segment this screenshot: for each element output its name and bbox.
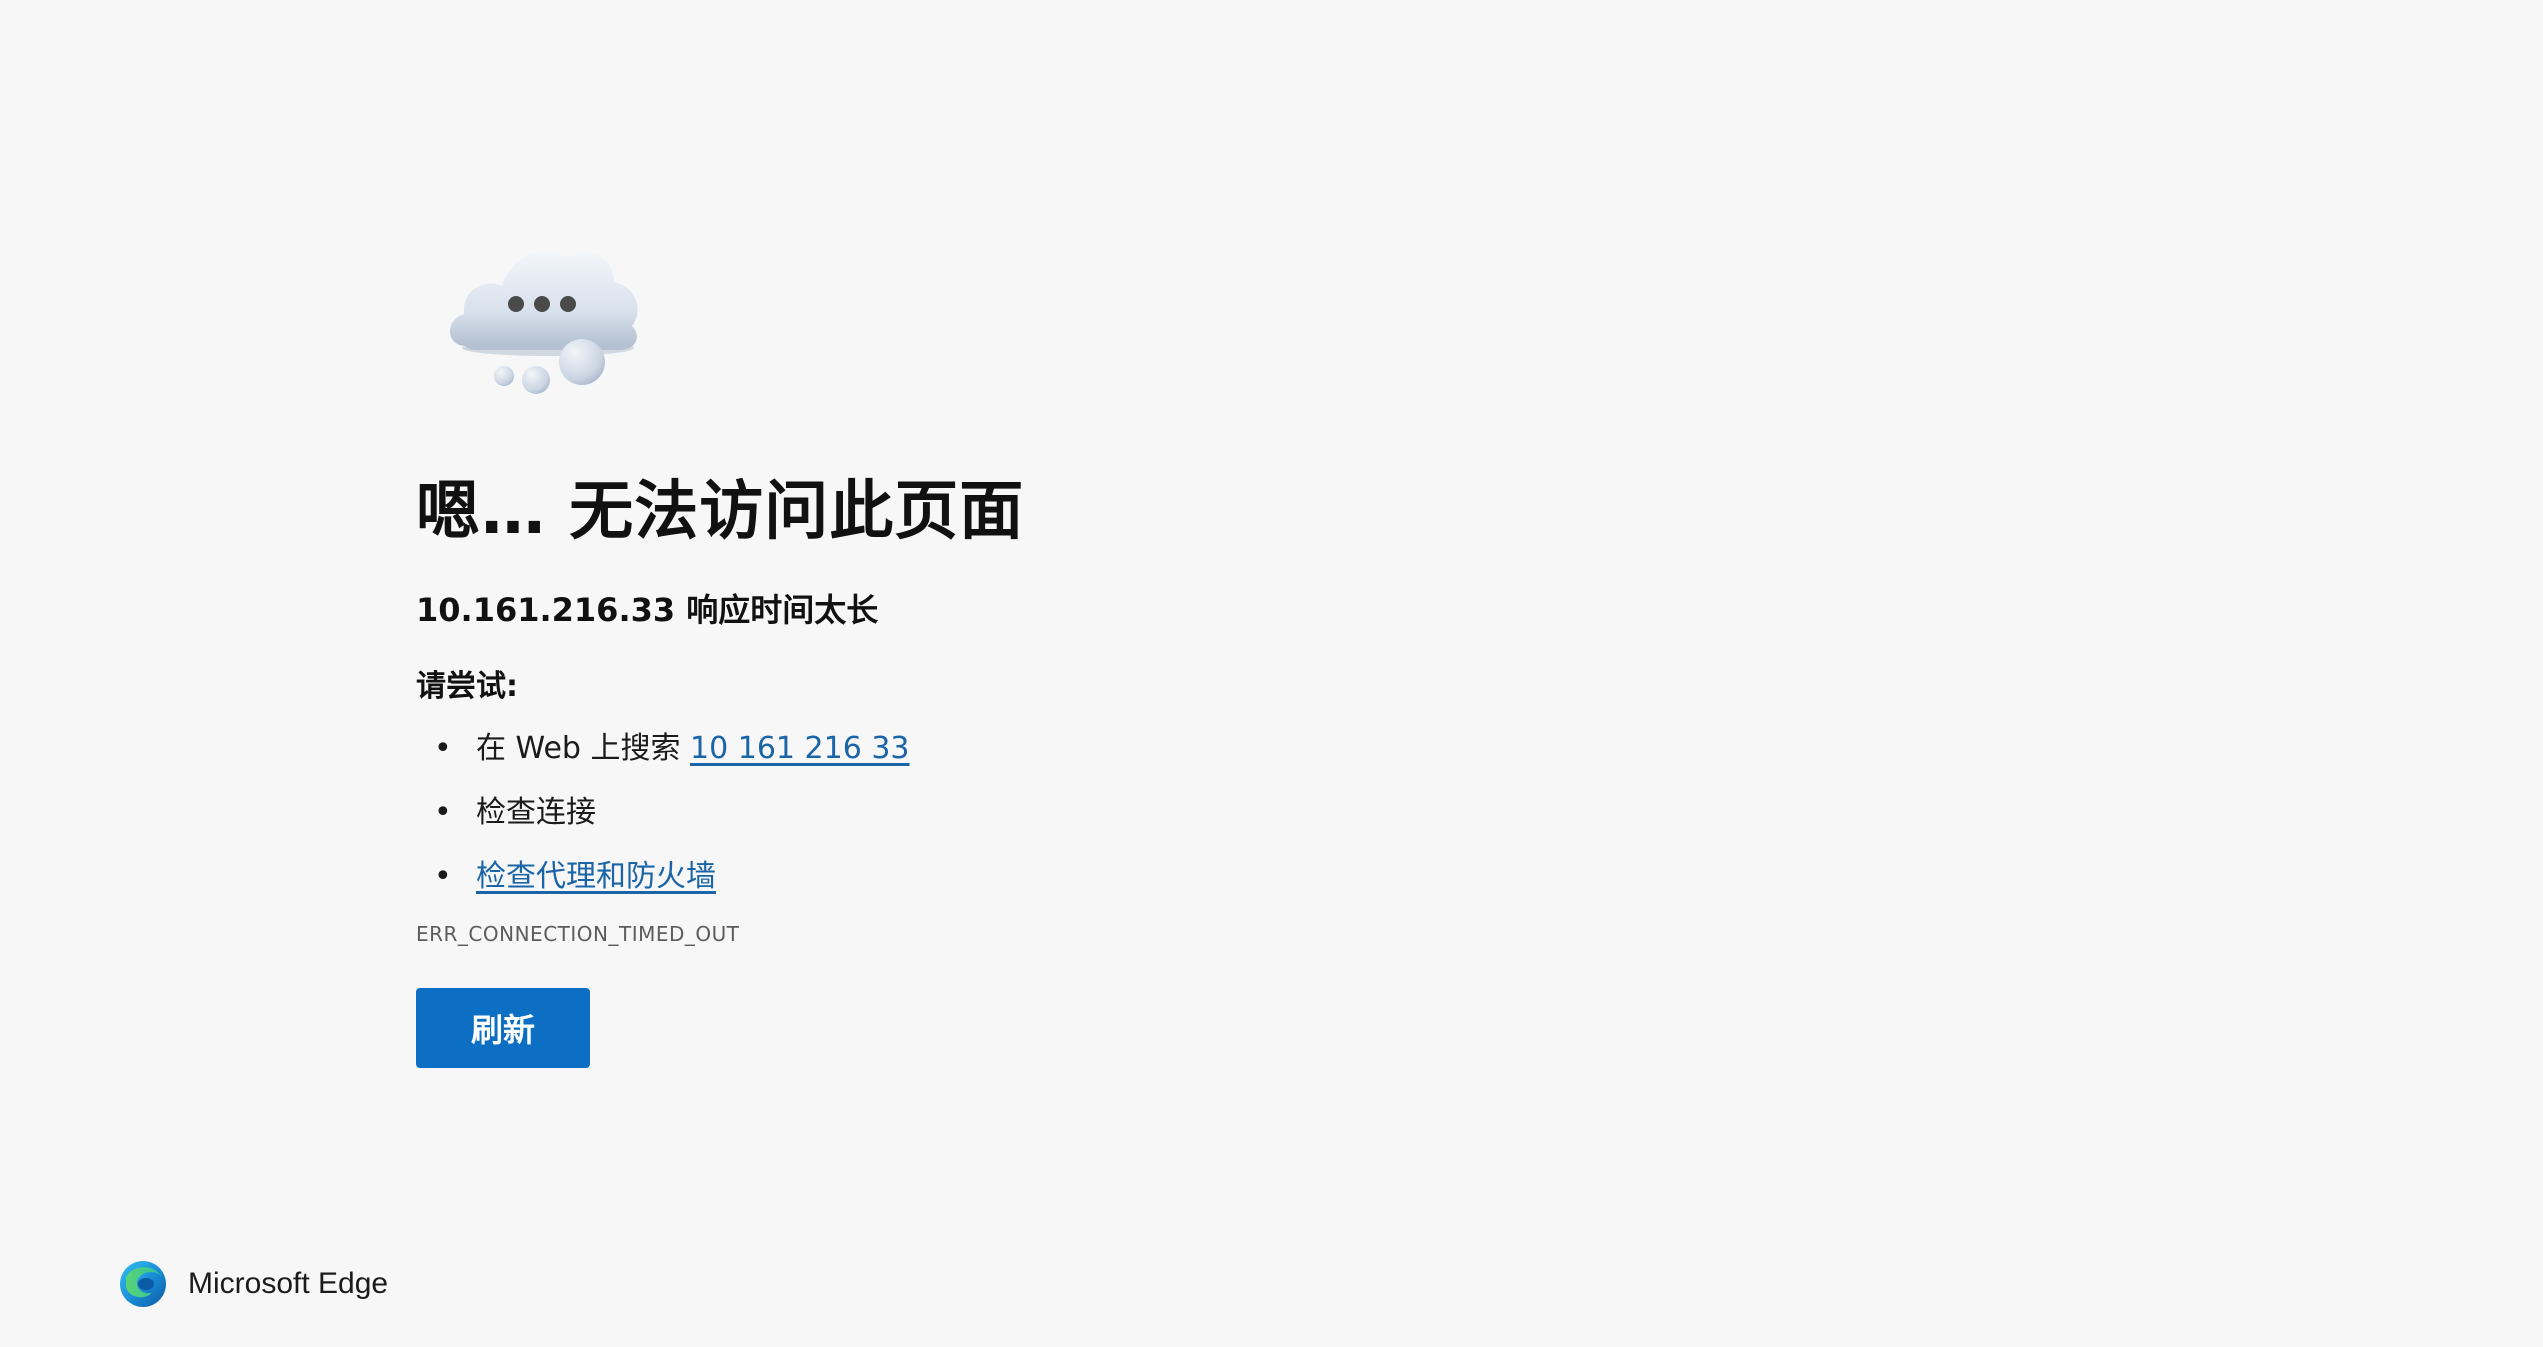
cloud-with-dots-icon xyxy=(436,228,656,408)
list-item: • 检查代理和防火墙 xyxy=(416,856,1816,898)
error-code: ERR_CONNECTION_TIMED_OUT xyxy=(416,922,740,946)
page-title: 嗯… 无法访问此页面 xyxy=(416,475,1025,549)
search-ip-link[interactable]: 10 161 216 33 xyxy=(690,731,909,766)
footer-brand: Microsoft Edge xyxy=(118,1258,388,1310)
bullet-icon: • xyxy=(434,731,452,766)
bullet-icon: • xyxy=(434,795,452,830)
suggestion-list: • 在 Web 上搜索 10 161 216 33 • 检查连接 • 检查代理和… xyxy=(416,728,1816,898)
check-connection-text: 检查连接 xyxy=(476,795,596,830)
try-label: 请尝试: xyxy=(416,669,518,704)
error-page: 嗯… 无法访问此页面 10.161.216.33 响应时间太长 请尝试: • 在… xyxy=(0,0,2543,1347)
bullet-icon: • xyxy=(434,859,452,894)
refresh-button[interactable]: 刷新 xyxy=(416,988,590,1068)
list-item: • 在 Web 上搜索 10 161 216 33 xyxy=(416,728,1816,770)
edge-logo-icon xyxy=(118,1259,168,1309)
search-web-text: 在 Web 上搜索 xyxy=(476,731,691,766)
error-content: 嗯… 无法访问此页面 10.161.216.33 响应时间太长 请尝试: • 在… xyxy=(416,228,1816,1068)
error-description: 10.161.216.33 响应时间太长 xyxy=(416,591,879,629)
check-proxy-firewall-link[interactable]: 检查代理和防火墙 xyxy=(476,859,716,894)
brand-name: Microsoft Edge xyxy=(188,1267,389,1300)
list-item: • 检查连接 xyxy=(416,792,1816,834)
